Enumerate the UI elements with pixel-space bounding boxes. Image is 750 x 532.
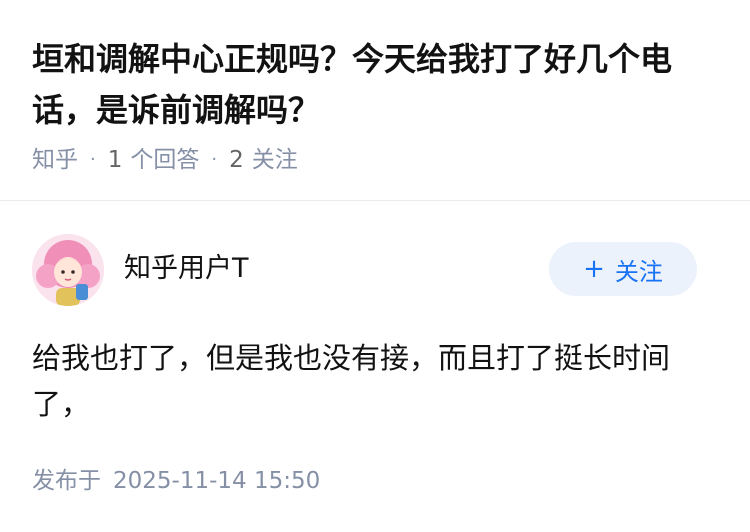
answer-count-label[interactable]: 个回答 (130, 145, 199, 175)
separator-dot: · (90, 149, 96, 170)
answer-page: 垣和调解中心正规吗？今天给我打了好几个电话，是诉前调解吗？ 知乎 · 1 个回答… (0, 0, 750, 532)
published-time: 2025-11-14 15:50 (113, 468, 321, 494)
follower-count-label[interactable]: 关注 (252, 145, 298, 175)
answer-count: 1 (107, 147, 123, 173)
answer-content[interactable]: 给我也打了，但是我也没有接，而且打了挺长时间了， (32, 335, 722, 427)
plus-icon: + (583, 254, 605, 284)
follower-count: 2 (229, 147, 244, 173)
avatar[interactable] (32, 234, 104, 306)
follow-label: 关注 (614, 257, 663, 286)
follow-button[interactable]: + 关注 (549, 242, 697, 296)
divider (0, 200, 750, 201)
author-name[interactable]: 知乎用户T (124, 252, 249, 286)
source-label[interactable]: 知乎 (32, 145, 78, 175)
question-title[interactable]: 垣和调解中心正规吗？今天给我打了好几个电话，是诉前调解吗？ (32, 34, 732, 136)
answer-meta: 发布于 2025-11-14 15:50 (32, 466, 320, 496)
published-label: 发布于 (32, 468, 101, 494)
separator-dot: · (211, 149, 218, 170)
question-meta: 知乎 · 1 个回答 · 2 关注 (32, 145, 298, 175)
